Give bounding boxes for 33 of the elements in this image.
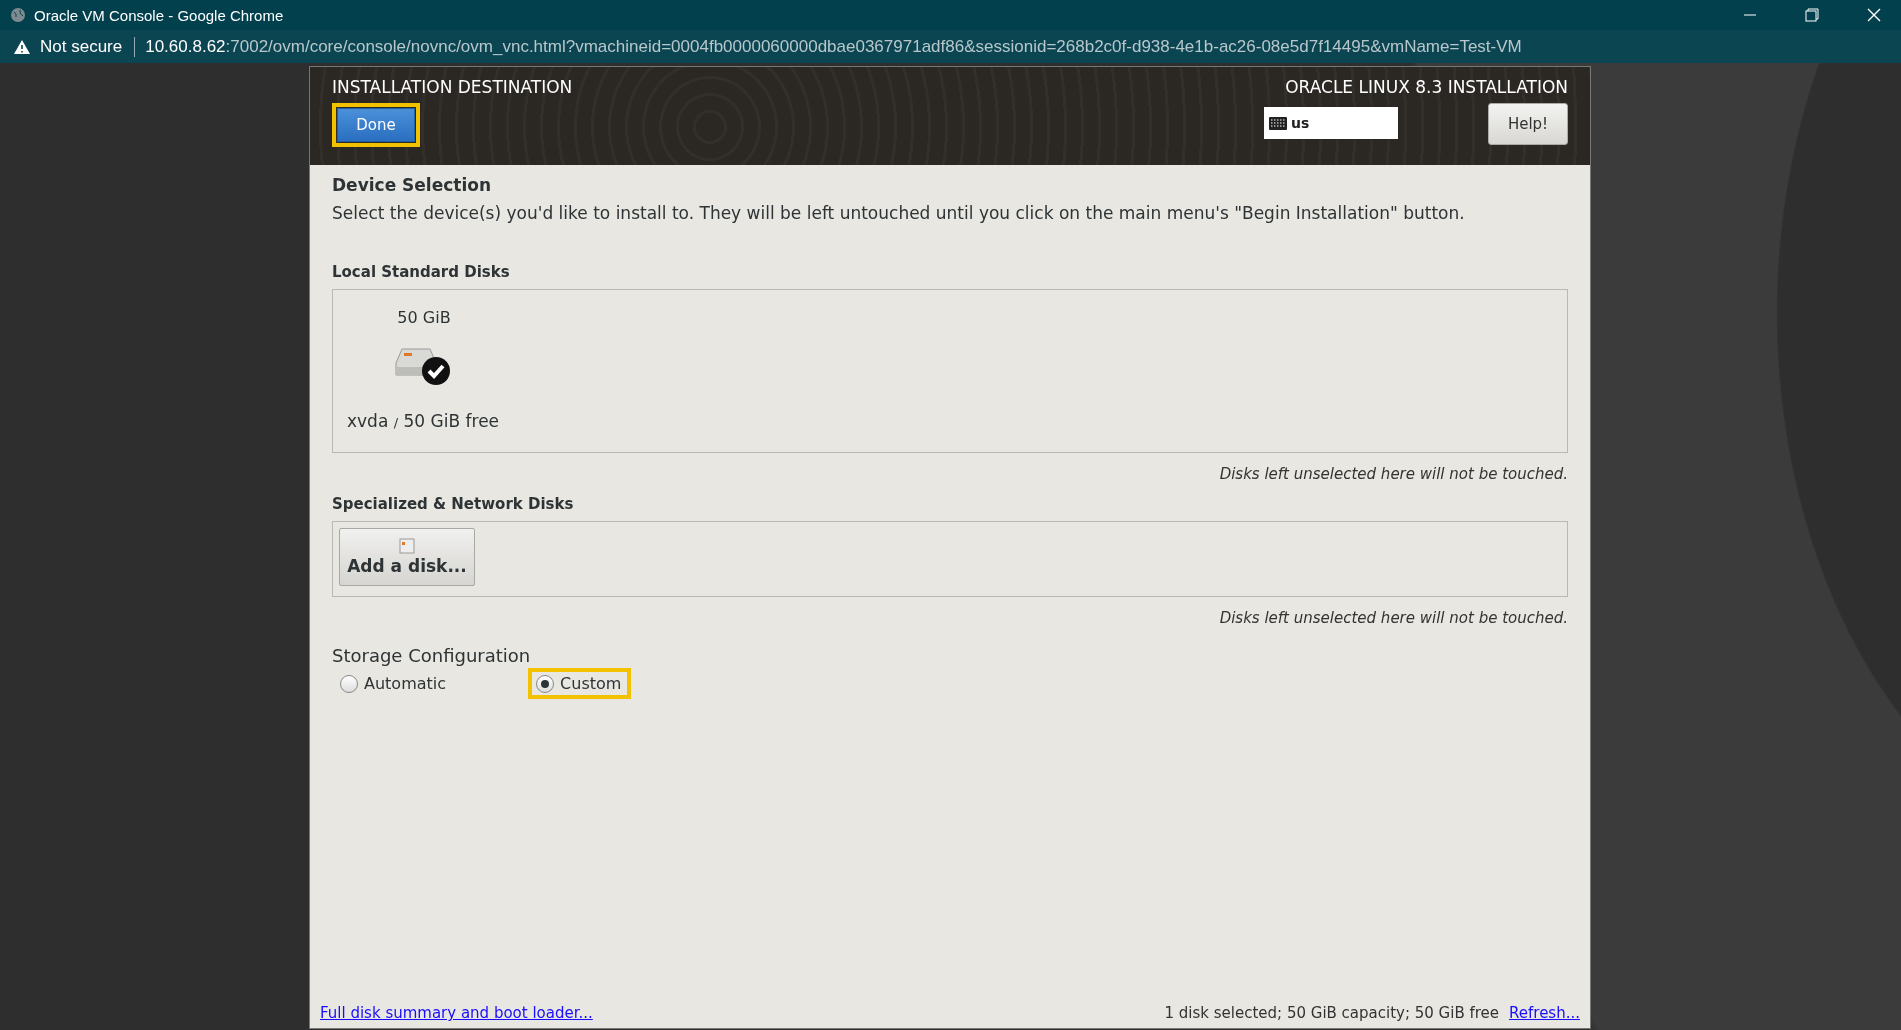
product-title: ORACLE LINUX 8.3 INSTALLATION <box>1285 77 1568 97</box>
section-heading: Local Standard Disks <box>332 263 511 281</box>
add-disk-button[interactable]: Add a disk... <box>339 528 475 586</box>
done-button[interactable]: Done <box>337 108 415 142</box>
refresh-link[interactable]: Refresh... <box>1509 1004 1580 1022</box>
disk-summary-link[interactable]: Full disk summary and boot loader... <box>320 1004 593 1022</box>
window-title: Oracle VM Console - Google Chrome <box>34 6 285 24</box>
note-text: Disks left unselected here will not be touched. <box>1219 465 1568 483</box>
restore-icon[interactable] <box>1805 8 1819 22</box>
warning-icon <box>14 39 30 54</box>
radio-label: Automatic <box>364 674 447 693</box>
radio-option[interactable]: Automatic <box>336 672 453 695</box>
disk-label[interactable]: xvda / 50 GiB free <box>347 411 500 431</box>
radio-dot-icon <box>541 679 550 688</box>
security-label[interactable]: Not secure <box>40 36 136 57</box>
description-text: Select the device(s) you'd like to install to. They will be left untouched until you click on the main menu's "Begin Installation" button. <box>332 203 1466 223</box>
section-heading: Storage Configuration <box>332 645 532 666</box>
section-heading: Device Selection <box>332 175 493 195</box>
close-icon[interactable] <box>1867 8 1881 22</box>
page-title: INSTALLATION DESTINATION <box>332 77 573 97</box>
help-button[interactable]: Help! <box>1488 103 1568 145</box>
radio-label: Custom <box>560 674 622 693</box>
radio-button[interactable] <box>536 674 555 693</box>
note-text: Disks left unselected here will not be touched. <box>1219 609 1568 627</box>
address-field[interactable]: 10.60.8.62:7002/ovm/core/console/novnc/ovm_vnc.html?vmachineid=0004fb0000060000dbae0367971adf86&sessionid=268b2c0f-d938-4e1b-ac26-08e5d7f14495&vmName=Test-VM <box>145 36 1522 57</box>
disk-size: 50 GiB <box>397 308 451 327</box>
keyboard-icon <box>1269 116 1287 130</box>
section-heading: Specialized & Network Disks <box>332 495 575 513</box>
radio-option[interactable]: Custom <box>532 672 628 695</box>
radio-button[interactable] <box>340 674 358 693</box>
globe-icon <box>10 7 26 23</box>
status-text: 1 disk selected; 50 GiB capacity; 50 GiB free <box>1164 1004 1500 1022</box>
keyboard-layout-field[interactable]: us <box>1264 107 1398 139</box>
